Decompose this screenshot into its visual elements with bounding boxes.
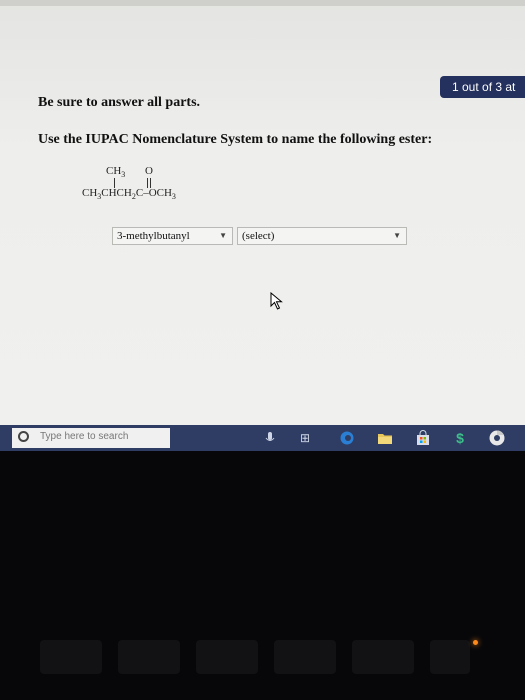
formula-segment: CH (82, 187, 98, 199)
search-placeholder: Type here to search (40, 431, 129, 442)
cortana-circle-icon (18, 431, 29, 442)
ending-select[interactable]: (select) ▼ (237, 227, 407, 245)
task-view-icon[interactable]: ⊞ (296, 429, 314, 447)
formula-segment: OCH (148, 187, 172, 199)
chevron-down-icon: ▼ (219, 231, 227, 240)
keyboard-key (352, 640, 414, 674)
formula-subscript: 3 (171, 192, 176, 202)
mouse-cursor-icon (270, 292, 283, 310)
screen: 1 out of 3 at Be sure to answer all part… (0, 0, 525, 430)
power-led (473, 640, 478, 645)
instruction-iupac: Use the IUPAC Nomenclature System to nam… (38, 132, 433, 147)
alkyl-select-value: 3-methylbutanyl (117, 230, 190, 242)
taskbar: Type here to search ⊞ $ (0, 425, 525, 451)
keyboard-key (40, 640, 102, 674)
keyboard-key (430, 640, 470, 674)
edge-browser-icon[interactable] (338, 429, 356, 447)
ending-select-value: (select) (242, 230, 275, 242)
keyboard-key (118, 640, 180, 674)
instruction-answer-all: Be sure to answer all parts. (38, 95, 201, 110)
alkyl-select[interactable]: 3-methylbutanyl ▼ (112, 227, 233, 245)
microphone-icon[interactable] (262, 429, 278, 447)
dollar-app-icon[interactable]: $ (452, 429, 468, 447)
chevron-down-icon: ▼ (393, 231, 401, 240)
top-strip (0, 0, 525, 6)
taskbar-search[interactable]: Type here to search (12, 428, 170, 448)
top-methyl: CH3 (106, 165, 126, 180)
keyboard-key (196, 640, 258, 674)
carbonyl-oxygen: O (145, 165, 153, 177)
store-icon[interactable] (414, 429, 432, 447)
main-chain: CH3CHCH2C–OCH3 (82, 187, 176, 201)
file-explorer-icon[interactable] (376, 429, 394, 447)
chrome-icon[interactable] (486, 429, 508, 447)
keyboard-key (274, 640, 336, 674)
formula-segment: CHCH (101, 187, 132, 199)
progress-badge: 1 out of 3 at (440, 76, 525, 98)
